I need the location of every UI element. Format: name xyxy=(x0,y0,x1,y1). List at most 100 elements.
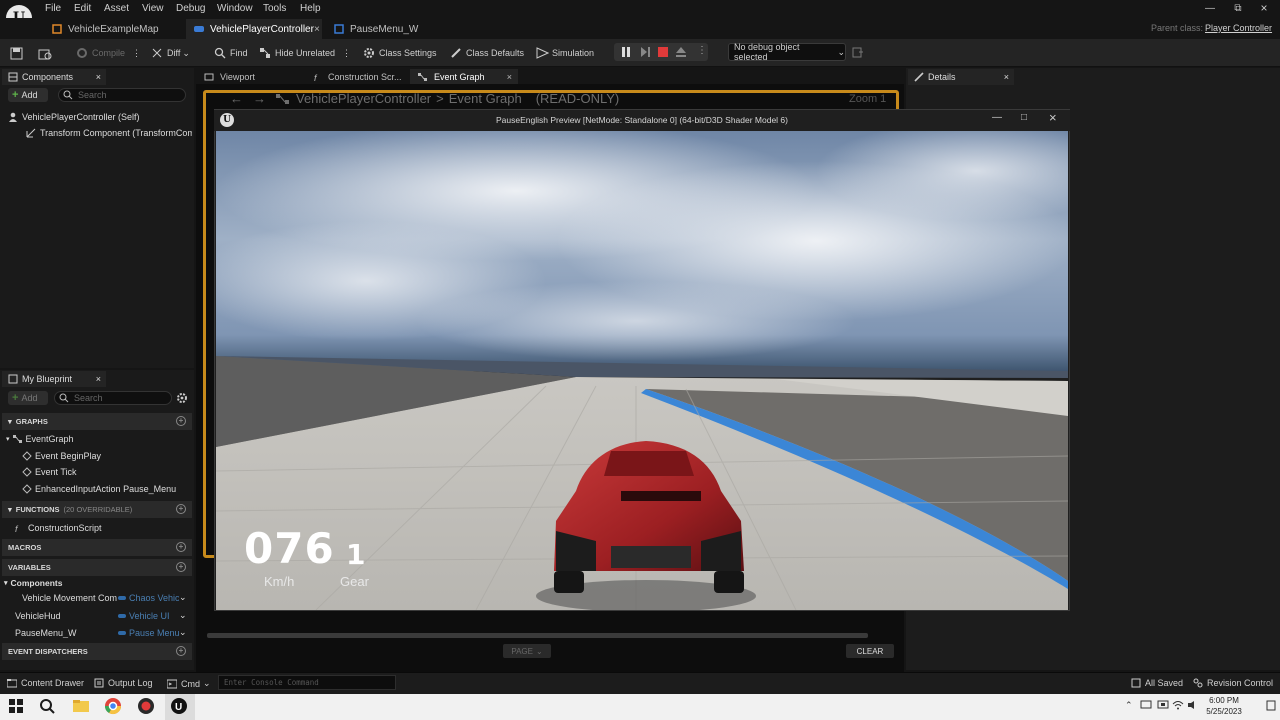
variable-row[interactable]: Vehicle Movement Com Chaos Vehic ⌄ xyxy=(22,592,192,603)
restore-icon[interactable]: ⧉ xyxy=(1228,3,1248,14)
variables-section-header[interactable]: VARIABLES + xyxy=(2,559,192,576)
panel-close-icon[interactable]: × xyxy=(96,72,101,82)
functions-section-header[interactable]: ▾ FUNCTIONS (20 OVERRIDABLE) + xyxy=(2,501,192,518)
class-settings-button[interactable]: Class Settings xyxy=(363,45,437,61)
menu-help[interactable]: Help xyxy=(300,3,321,14)
menu-window[interactable]: Window xyxy=(217,3,253,14)
add-circle-icon[interactable]: + xyxy=(176,416,186,426)
compile-options-icon[interactable]: ⋮ xyxy=(132,48,141,59)
notifications-icon[interactable] xyxy=(1266,700,1276,712)
stop-icon[interactable] xyxy=(658,47,668,57)
preview-title-bar[interactable]: U PauseEnglish Preview [NetMode: Standal… xyxy=(214,110,1070,131)
search-icon[interactable] xyxy=(38,697,58,717)
volume-icon[interactable] xyxy=(1187,700,1199,710)
event-graph-item[interactable]: ▾ EventGraph xyxy=(6,434,74,444)
horizontal-scrollbar[interactable] xyxy=(207,633,868,638)
components-category[interactable]: ▾ Components xyxy=(4,578,62,588)
browse-icon[interactable] xyxy=(38,45,52,61)
tab-construction-script[interactable]: f Construction Scr... xyxy=(304,69,404,84)
eject-icon[interactable] xyxy=(676,47,686,57)
event-beginplay-item[interactable]: Event BeginPlay xyxy=(22,451,101,461)
minimize-icon[interactable]: — xyxy=(1200,3,1220,14)
tab-my-blueprint[interactable]: My Blueprint × xyxy=(2,371,106,387)
cmd-selector[interactable]: Cmd ⌄ xyxy=(167,678,211,689)
construction-script-item[interactable]: f ConstructionScript xyxy=(14,523,102,533)
debug-browse-icon[interactable] xyxy=(852,46,864,58)
breadcrumb-root[interactable]: VehiclePlayerController xyxy=(296,91,431,106)
add-blueprint-item-button[interactable]: + Add xyxy=(8,391,48,405)
close-icon[interactable]: × xyxy=(1254,1,1274,15)
event-dispatchers-section-header[interactable]: EVENT DISPATCHERS + xyxy=(2,643,192,660)
hide-unrelated-button[interactable]: Hide Unrelated ⋮ xyxy=(259,45,351,61)
settings-gear-icon[interactable] xyxy=(176,392,188,404)
event-tick-item[interactable]: Event Tick xyxy=(22,467,77,477)
obs-record-icon[interactable] xyxy=(137,697,157,717)
tab-pause-menu-w[interactable]: PauseMenu_W xyxy=(326,19,446,39)
content-drawer-button[interactable]: Content Drawer xyxy=(7,678,84,688)
debug-object-select[interactable]: No debug object selected ⌄ xyxy=(728,42,846,62)
event-input-action-item[interactable]: EnhancedInputAction Pause_Menu xyxy=(22,484,176,494)
panel-close-icon[interactable]: × xyxy=(1004,72,1009,82)
tab-details[interactable]: Details × xyxy=(908,69,1014,85)
menu-file[interactable]: File xyxy=(45,3,61,14)
windows-start-icon[interactable] xyxy=(7,697,27,717)
add-circle-icon[interactable]: + xyxy=(176,504,186,514)
game-viewport[interactable] xyxy=(216,131,1068,610)
unreal-engine-icon[interactable]: U xyxy=(170,697,190,717)
macros-section-header[interactable]: MACROS + xyxy=(2,539,192,556)
breadcrumb-leaf[interactable]: Event Graph xyxy=(449,91,522,106)
menu-edit[interactable]: Edit xyxy=(74,3,91,14)
save-icon[interactable] xyxy=(10,45,23,61)
tab-event-graph[interactable]: Event Graph × xyxy=(410,69,518,84)
add-component-button[interactable]: + Add xyxy=(8,88,48,102)
back-arrow-icon[interactable]: ← xyxy=(230,91,243,106)
menu-view[interactable]: View xyxy=(142,3,164,14)
blueprint-search-input[interactable]: Search xyxy=(54,391,172,405)
tab-close-icon[interactable]: × xyxy=(314,24,320,35)
all-saved-indicator[interactable]: All Saved xyxy=(1131,678,1183,688)
parent-class-link[interactable]: Player Controller xyxy=(1205,23,1272,33)
simulation-button[interactable]: Simulation xyxy=(536,45,594,61)
clear-button[interactable]: CLEAR xyxy=(846,644,894,658)
file-explorer-icon[interactable] xyxy=(72,697,92,717)
variable-row[interactable]: VehicleHud Vehicle UI ⌄ xyxy=(15,610,192,621)
console-command-input[interactable]: Enter Console Command xyxy=(218,675,396,690)
compile-button[interactable]: Compile ⋮ xyxy=(76,45,141,61)
display-icon[interactable] xyxy=(1157,700,1169,710)
play-options-icon[interactable]: ⋮ xyxy=(697,45,707,56)
tab-viewport[interactable]: Viewport xyxy=(196,69,302,84)
preview-maximize-icon[interactable]: □ xyxy=(1021,112,1027,123)
panel-close-icon[interactable]: × xyxy=(96,374,101,384)
revision-control-button[interactable]: Revision Control xyxy=(1193,678,1273,688)
find-button[interactable]: Find xyxy=(214,45,248,61)
graphs-section-header[interactable]: ▾ GRAPHS + xyxy=(2,413,192,430)
page-button[interactable]: PAGE ⌄ xyxy=(503,644,551,658)
hide-unrelated-options-icon[interactable]: ⋮ xyxy=(342,48,351,59)
add-circle-icon[interactable]: + xyxy=(176,542,186,552)
wifi-icon[interactable] xyxy=(1172,700,1184,710)
class-defaults-button[interactable]: Class Defaults xyxy=(450,45,524,61)
step-icon[interactable] xyxy=(640,47,650,57)
forward-arrow-icon[interactable]: → xyxy=(253,91,266,106)
tray-chevron-up-icon[interactable]: ⌃ xyxy=(1125,700,1133,711)
pause-icon[interactable] xyxy=(621,47,631,57)
tab-vehicle-player-controller[interactable]: VehiclePlayerController × xyxy=(186,19,322,39)
component-root[interactable]: VehiclePlayerController (Self) xyxy=(8,112,140,122)
preview-minimize-icon[interactable]: — xyxy=(992,112,1002,123)
component-transform[interactable]: Transform Component (TransformComp xyxy=(26,128,192,138)
tab-components[interactable]: Components × xyxy=(2,69,106,85)
network-icon[interactable] xyxy=(1140,700,1152,710)
add-circle-icon[interactable]: + xyxy=(176,646,186,656)
preview-close-icon[interactable]: × xyxy=(1049,110,1057,125)
tab-close-icon[interactable]: × xyxy=(507,72,512,82)
components-search-input[interactable]: Search xyxy=(58,88,186,102)
chrome-icon[interactable] xyxy=(104,697,124,717)
variable-row[interactable]: PauseMenu_W Pause Menu ⌄ xyxy=(15,627,192,638)
menu-tools[interactable]: Tools xyxy=(263,3,286,14)
menu-debug[interactable]: Debug xyxy=(176,3,205,14)
tab-vehicle-example-map[interactable]: VehicleExampleMap xyxy=(44,19,184,39)
add-circle-icon[interactable]: + xyxy=(176,562,186,572)
diff-button[interactable]: Diff ⌄ xyxy=(151,45,190,61)
output-log-button[interactable]: Output Log xyxy=(94,678,153,688)
menu-asset[interactable]: Asset xyxy=(104,3,129,14)
